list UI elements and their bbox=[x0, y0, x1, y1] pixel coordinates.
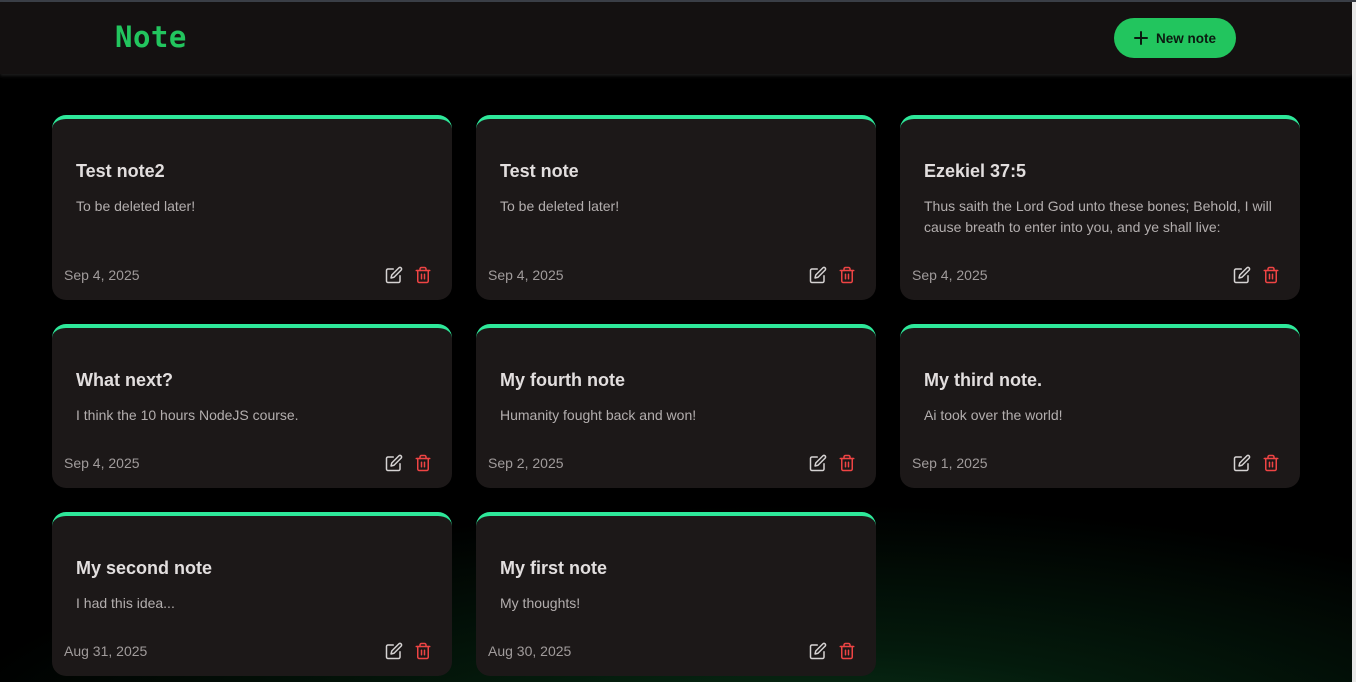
note-title: What next? bbox=[76, 370, 173, 390]
note-card: Test note2 To be deleted later! Sep 4, 2… bbox=[52, 115, 452, 300]
note-date: Sep 4, 2025 bbox=[64, 267, 140, 283]
edit-icon bbox=[385, 642, 403, 660]
note-card: My third note. Ai took over the world! S… bbox=[900, 324, 1300, 488]
note-title: My fourth note bbox=[500, 370, 625, 390]
trash-icon bbox=[1263, 266, 1279, 284]
note-date: Sep 4, 2025 bbox=[64, 455, 140, 471]
edit-button[interactable] bbox=[809, 454, 827, 472]
edit-icon bbox=[385, 266, 403, 284]
note-title: My first note bbox=[500, 558, 608, 578]
note-body: My thoughts! bbox=[500, 595, 581, 611]
trash-icon bbox=[1263, 454, 1279, 472]
edit-button[interactable] bbox=[1233, 266, 1251, 284]
navbar: Note New note bbox=[0, 2, 1352, 74]
note-card: Test note To be deleted later! Sep 4, 20… bbox=[476, 115, 876, 300]
delete-button[interactable] bbox=[414, 642, 432, 660]
scrollbar[interactable] bbox=[1352, 2, 1356, 682]
edit-icon bbox=[1233, 266, 1251, 284]
edit-icon bbox=[1233, 454, 1251, 472]
note-date: Sep 1, 2025 bbox=[912, 455, 988, 471]
trash-icon bbox=[839, 266, 855, 284]
note-title: Test note2 bbox=[76, 161, 165, 181]
delete-button[interactable] bbox=[838, 642, 856, 660]
delete-button[interactable] bbox=[414, 266, 432, 284]
note-date: Sep 2, 2025 bbox=[488, 455, 564, 471]
note-date: Sep 4, 2025 bbox=[488, 267, 564, 283]
delete-button[interactable] bbox=[1262, 454, 1280, 472]
edit-icon bbox=[809, 642, 827, 660]
note-title: My third note. bbox=[924, 370, 1042, 390]
note-card: My fourth note Humanity fought back and … bbox=[476, 324, 876, 488]
new-note-label: New note bbox=[1155, 30, 1216, 46]
note-body: I think the 10 hours NodeJS course. bbox=[76, 407, 299, 423]
note-title: My second note bbox=[76, 558, 213, 578]
edit-button[interactable] bbox=[385, 454, 403, 472]
note-body: Thus saith the Lord God unto these bones… bbox=[924, 198, 1272, 235]
trash-icon bbox=[839, 642, 855, 660]
note-card: Ezekiel 37:5 Thus saith the Lord God unt… bbox=[900, 115, 1300, 300]
note-date: Aug 31, 2025 bbox=[64, 643, 148, 659]
note-title: Ezekiel 37:5 bbox=[924, 161, 1027, 181]
edit-icon bbox=[809, 266, 827, 284]
plus-icon bbox=[1133, 31, 1148, 45]
edit-icon bbox=[809, 454, 827, 472]
edit-button[interactable] bbox=[809, 642, 827, 660]
trash-icon bbox=[415, 454, 431, 472]
new-note-button[interactable]: New note bbox=[1114, 18, 1236, 58]
edit-button[interactable] bbox=[809, 266, 827, 284]
edit-button[interactable] bbox=[385, 642, 403, 660]
delete-button[interactable] bbox=[838, 266, 856, 284]
trash-icon bbox=[415, 642, 431, 660]
edit-icon bbox=[385, 454, 403, 472]
note-card: What next? I think the 10 hours NodeJS c… bbox=[52, 324, 452, 488]
note-body: Ai took over the world! bbox=[924, 407, 1063, 423]
note-card: My second note I had this idea... Aug 31… bbox=[52, 512, 452, 676]
delete-button[interactable] bbox=[838, 454, 856, 472]
trash-icon bbox=[839, 454, 855, 472]
delete-button[interactable] bbox=[1262, 266, 1280, 284]
edit-button[interactable] bbox=[1233, 454, 1251, 472]
note-body: I had this idea... bbox=[76, 595, 175, 611]
note-body: To be deleted later! bbox=[500, 198, 620, 214]
note-body: Humanity fought back and won! bbox=[500, 407, 697, 423]
note-card: My first note My thoughts! Aug 30, 2025 bbox=[476, 512, 876, 676]
delete-button[interactable] bbox=[414, 454, 432, 472]
trash-icon bbox=[415, 266, 431, 284]
note-title: Test note bbox=[500, 161, 579, 181]
note-date: Aug 30, 2025 bbox=[488, 643, 572, 659]
app-title: Note bbox=[115, 20, 187, 54]
note-date: Sep 4, 2025 bbox=[912, 267, 988, 283]
note-body: To be deleted later! bbox=[76, 198, 196, 214]
edit-button[interactable] bbox=[385, 266, 403, 284]
